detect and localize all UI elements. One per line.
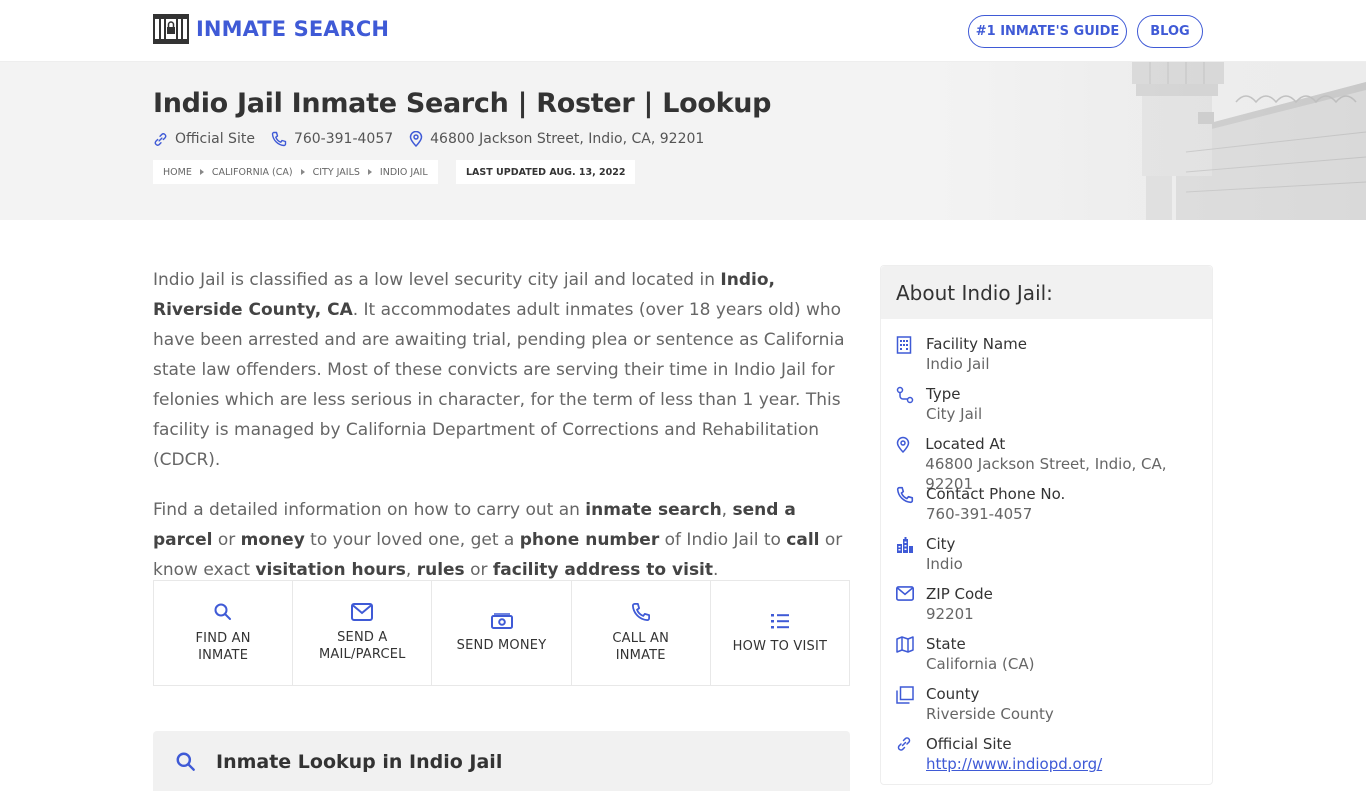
map-icon	[896, 636, 914, 653]
find-inmate-tile[interactable]: FIND AN INMATE	[154, 581, 294, 685]
list-icon	[770, 613, 789, 628]
official-site-url-link[interactable]: http://www.indiopd.org/	[926, 755, 1102, 773]
breadcrumb: HOME CALIFORNIA (CA) CITY JAILS INDIO JA…	[153, 160, 438, 184]
breadcrumb-california[interactable]: CALIFORNIA (CA)	[212, 167, 293, 178]
hero-phone-number: 760-391-4057	[293, 131, 394, 147]
mail-icon	[896, 586, 914, 601]
mail-icon	[351, 603, 374, 621]
intro-paragraph-2: Find a detailed information on how to ca…	[153, 500, 843, 580]
link-icon	[154, 132, 167, 146]
hero-address: 46800 Jackson Street, Indio, CA, 92201	[409, 131, 704, 147]
blog-button[interactable]: BLOG	[1137, 15, 1203, 48]
site-logo-text: INMATE SEARCH	[196, 17, 390, 41]
hero-address-text: 46800 Jackson Street, Indio, CA, 92201	[430, 131, 705, 147]
location-pin-icon	[409, 131, 423, 147]
breadcrumb-separator	[367, 169, 372, 175]
how-to-visit-tile[interactable]: HOW TO VISIT	[711, 581, 849, 685]
breadcrumb-indio-jail[interactable]: INDIO JAIL	[380, 167, 428, 178]
detail-state: State California (CA)	[896, 634, 1212, 684]
hero-phone-link[interactable]: 760-391-4057	[271, 131, 393, 147]
intro-text: Indio Jail is classified as a low level …	[153, 265, 853, 605]
action-tiles: FIND AN INMATE SEND A MAIL/PARCEL SEND MON…	[153, 580, 850, 686]
search-icon	[176, 752, 195, 771]
route-icon	[896, 386, 914, 404]
inmates-guide-button[interactable]: #1 INMATE'S GUIDE	[968, 15, 1127, 48]
about-card-title: About Indio Jail:	[881, 266, 1212, 319]
breadcrumb-home[interactable]: HOME	[163, 167, 192, 178]
detail-located-at: Located At 46800 Jackson Street, Indio, C…	[896, 434, 1212, 493]
call-inmate-label: CALL AN INMATE	[612, 631, 670, 663]
official-site-label: Official Site	[175, 131, 255, 147]
send-mail-tile[interactable]: SEND A MAIL/PARCEL	[293, 581, 433, 685]
breadcrumb-separator	[300, 169, 305, 175]
phone-icon	[271, 131, 287, 147]
detail-official-site: Official Site http://www.indiopd.org/	[896, 734, 1212, 784]
jail-logo-icon	[153, 14, 189, 44]
how-to-visit-label: HOW TO VISIT	[732, 638, 828, 654]
detail-city: City Indio	[896, 534, 1212, 584]
facility-details-list: Facility Name Indio Jail Type City Jail Lo…	[881, 319, 1212, 784]
intro-paragraph-1: Indio Jail is classified as a low level …	[153, 270, 845, 470]
detail-facility-name: Facility Name Indio Jail	[896, 334, 1212, 384]
copy-icon	[896, 686, 914, 704]
breadcrumb-city-jails[interactable]: CITY JAILS	[313, 167, 360, 178]
phone-icon	[631, 603, 650, 621]
search-icon	[214, 603, 232, 620]
inmate-lookup-title: Inmate Lookup in Indio Jail	[216, 751, 503, 773]
breadcrumb-separator	[199, 169, 204, 175]
detail-type: Type City Jail	[896, 384, 1212, 434]
site-logo-link[interactable]: INMATE SEARCH	[153, 14, 389, 44]
link-icon	[897, 737, 911, 751]
money-icon	[490, 612, 513, 629]
call-inmate-tile[interactable]: CALL AN INMATE	[572, 581, 711, 685]
detail-county: County Riverside County	[896, 684, 1212, 734]
city-icon	[897, 537, 913, 553]
official-site-link[interactable]: Official Site	[153, 131, 255, 147]
send-money-label: SEND MONEY	[456, 637, 547, 653]
location-pin-icon	[896, 436, 910, 454]
hero-meta: Official Site 760-391-4057 46800 Jackson…	[153, 131, 720, 147]
prison-tower-illustration	[936, 62, 1366, 220]
phone-icon	[896, 486, 914, 504]
last-updated-badge: LAST UPDATED AUG. 13, 2022	[456, 160, 636, 184]
top-navbar: INMATE SEARCH #1 INMATE'S GUIDE BLOG	[0, 0, 1366, 62]
about-facility-card: About Indio Jail: Facility Name Indio Jai…	[880, 265, 1213, 785]
building-icon	[896, 336, 912, 354]
send-money-tile[interactable]: SEND MONEY	[432, 581, 572, 685]
inmate-lookup-section-header: Inmate Lookup in Indio Jail	[153, 731, 850, 791]
detail-zip-code: ZIP Code 92201	[896, 584, 1212, 634]
page-title: Indio Jail Inmate Search | Roster | Look…	[153, 88, 772, 119]
send-mail-label: SEND A MAIL/PARCEL	[319, 630, 406, 662]
find-inmate-label: FIND AN INMATE	[195, 631, 251, 663]
hero-banner: Indio Jail Inmate Search | Roster | Look…	[0, 62, 1366, 220]
